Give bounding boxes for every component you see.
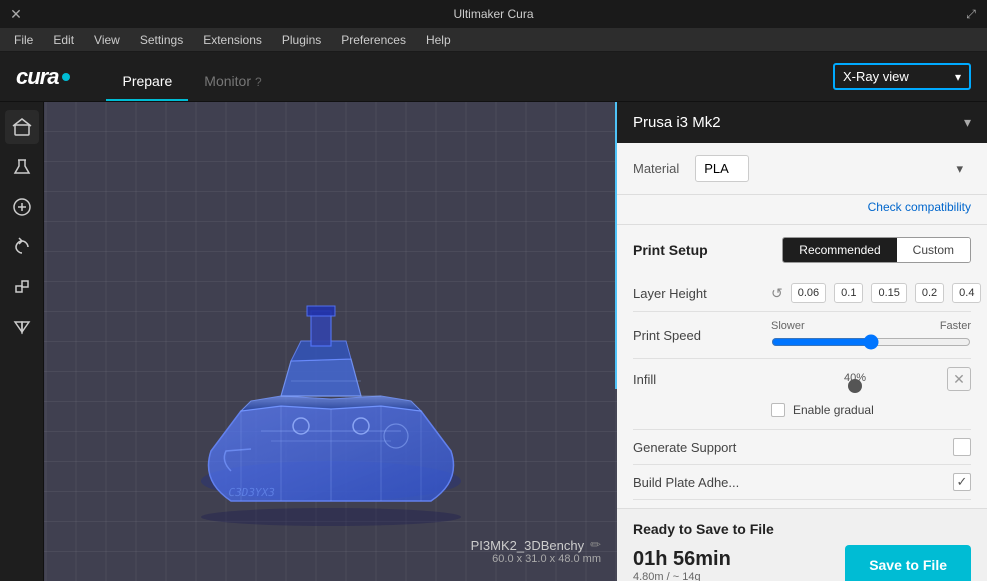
view-dropdown[interactable]: X-Ray viewSolid viewWireframe viewLayer …	[833, 63, 971, 90]
layer-height-btn[interactable]: 0.06	[791, 283, 826, 303]
gradual-row: Enable gradual	[771, 399, 874, 421]
help-icon: ?	[255, 75, 262, 89]
custom-btn[interactable]: Custom	[897, 238, 970, 262]
menu-item-view[interactable]: View	[86, 31, 128, 49]
menu-item-settings[interactable]: Settings	[132, 31, 191, 49]
save-to-file-btn[interactable]: Save to File	[845, 545, 971, 581]
print-speed-label: Print Speed	[633, 328, 763, 343]
tab-prepare[interactable]: Prepare	[106, 52, 188, 101]
speed-faster-label: Faster	[940, 320, 971, 332]
dropdown-arrow-icon: ▾	[955, 66, 969, 88]
print-time: 01h 56min	[633, 548, 731, 571]
support-checkbox[interactable]	[953, 438, 971, 456]
material-select-wrap: PLAABSPETGTPU	[695, 155, 971, 182]
tool-home[interactable]	[5, 110, 39, 144]
bottom-bar: Ready to Save to File 01h 56min 4.80m / …	[617, 508, 987, 581]
model-dimensions: 60.0 x 31.0 x 48.0 mm	[471, 553, 601, 565]
speed-labels: Slower Faster	[771, 320, 971, 332]
print-speed-slider[interactable]	[771, 334, 971, 350]
print-setup: Print Setup Recommended Custom Layer Hei…	[617, 225, 987, 508]
gradual-label: Enable gradual	[793, 403, 874, 417]
print-info: 01h 56min 4.80m / ~ 14g	[633, 548, 731, 581]
print-speed-row: Print Speed Slower Faster	[633, 312, 971, 359]
menu-item-file[interactable]: File	[6, 31, 41, 49]
close-button[interactable]: ✕	[8, 6, 24, 22]
ready-title: Ready to Save to File	[633, 521, 971, 537]
speed-slider-wrap: Slower Faster	[771, 320, 971, 350]
setup-toggle: Recommended Custom	[782, 237, 971, 263]
build-plate-label: Build Plate Adhe...	[633, 475, 945, 490]
viewport: C3D3YX3 PI3MK2_3DBenchy	[44, 102, 617, 581]
menu-item-edit[interactable]: Edit	[45, 31, 82, 49]
window-title: Ultimaker Cura	[453, 7, 533, 21]
layer-height-row: Layer Height ↺ 0.060.10.150.20.40.6	[633, 275, 971, 312]
tool-add[interactable]	[5, 190, 39, 224]
material-row: Material PLAABSPETGTPU	[617, 143, 987, 195]
menu-item-help[interactable]: Help	[418, 31, 459, 49]
tool-rotate[interactable]	[5, 230, 39, 264]
menu-item-preferences[interactable]: Preferences	[333, 31, 414, 49]
content: C3D3YX3 PI3MK2_3DBenchy	[0, 102, 987, 581]
menu-item-plugins[interactable]: Plugins	[274, 31, 329, 49]
menu-item-extensions[interactable]: Extensions	[195, 31, 270, 49]
build-plate-checkbox[interactable]: ✓	[953, 473, 971, 491]
layer-height-btn[interactable]: 0.4	[952, 283, 981, 303]
infill-thumb[interactable]	[848, 379, 862, 393]
menu-bar: FileEditViewSettingsExtensionsPluginsPre…	[0, 28, 987, 52]
print-setup-header: Print Setup Recommended Custom	[633, 237, 971, 263]
tool-flask[interactable]	[5, 150, 39, 184]
check-compat-link[interactable]: Check compatibility	[868, 200, 971, 214]
support-row: Generate Support	[633, 430, 971, 465]
benchy-model[interactable]: C3D3YX3	[181, 251, 481, 521]
infill-control: 40% ✕	[771, 367, 971, 391]
gradual-checkbox[interactable]	[771, 403, 785, 417]
logo: cura	[16, 64, 70, 90]
right-panel: Prusa i3 Mk2 ▾ Material PLAABSPETGTPU Ch…	[617, 102, 987, 581]
maximize-button[interactable]: ⤢	[963, 6, 979, 22]
build-plate-row: Build Plate Adhe... ✓	[633, 465, 971, 500]
tool-mirror[interactable]	[5, 310, 39, 344]
print-stats: 4.80m / ~ 14g	[633, 571, 731, 581]
logo-text: cura	[16, 64, 58, 90]
bottom-row: 01h 56min 4.80m / ~ 14g Save to File	[633, 545, 971, 581]
layer-height-btn[interactable]: 0.1	[834, 283, 863, 303]
app: cura Prepare Monitor ? X-Ray viewSolid v…	[0, 52, 987, 581]
tool-scale[interactable]	[5, 270, 39, 304]
svg-text:C3D3YX3: C3D3YX3	[227, 486, 276, 499]
printer-name: Prusa i3 Mk2	[633, 114, 721, 131]
print-setup-title: Print Setup	[633, 242, 708, 258]
model-name-text: PI3MK2_3DBenchy	[471, 538, 584, 553]
printer-header[interactable]: Prusa i3 Mk2 ▾	[617, 102, 987, 143]
layer-height-btn[interactable]: 0.15	[871, 283, 906, 303]
recommended-btn[interactable]: Recommended	[783, 238, 896, 262]
speed-slower-label: Slower	[771, 320, 805, 332]
toolbar	[0, 102, 44, 581]
printer-chevron-icon: ▾	[964, 114, 971, 131]
infill-close-btn[interactable]: ✕	[947, 367, 971, 391]
tab-monitor[interactable]: Monitor ?	[188, 52, 277, 101]
material-label: Material	[633, 161, 679, 176]
view-select[interactable]: X-Ray viewSolid viewWireframe viewLayer …	[835, 65, 955, 88]
layer-height-label: Layer Height	[633, 286, 763, 301]
infill-label: Infill	[633, 372, 763, 387]
edit-icon[interactable]: ✏	[590, 537, 601, 553]
model-info: PI3MK2_3DBenchy ✏ 60.0 x 31.0 x 48.0 mm	[471, 537, 601, 565]
layer-height-values: 0.060.10.150.20.40.6	[791, 283, 987, 303]
layer-height-btn[interactable]: 0.2	[915, 283, 944, 303]
infill-row: Infill 40% ✕	[633, 359, 971, 430]
infill-slider-row: 40% ✕	[771, 367, 971, 391]
material-select[interactable]: PLAABSPETGTPU	[695, 155, 749, 182]
logo-dot	[62, 73, 70, 81]
compat-row: Check compatibility	[617, 195, 987, 225]
support-label: Generate Support	[633, 440, 945, 455]
nav-tabs: Prepare Monitor ?	[106, 52, 277, 101]
header: cura Prepare Monitor ? X-Ray viewSolid v…	[0, 52, 987, 102]
refresh-icon[interactable]: ↺	[771, 285, 783, 302]
viewport-blue-line	[615, 102, 617, 389]
title-bar: ✕ Ultimaker Cura ⤢	[0, 0, 987, 28]
